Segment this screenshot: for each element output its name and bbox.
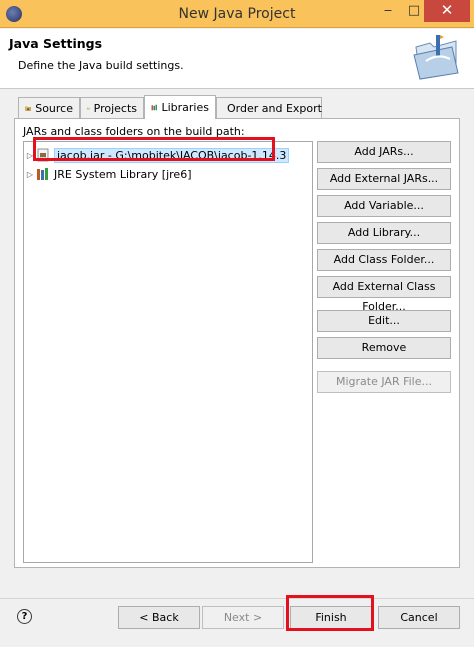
tab-projects-label: Projects: [93, 101, 137, 115]
libraries-panel: JARs and class folders on the build path…: [14, 118, 460, 568]
add-library-button[interactable]: Add Library...: [317, 222, 451, 244]
java-folder-icon: [413, 35, 459, 80]
add-jars-button[interactable]: Add JARs...: [317, 141, 451, 163]
add-external-jars-button[interactable]: Add External JARs...: [317, 168, 451, 190]
libraries-icon: [151, 104, 157, 111]
tab-source-label: Source: [35, 101, 73, 115]
help-icon[interactable]: ?: [17, 609, 32, 624]
tab-libraries[interactable]: Libraries: [144, 95, 216, 119]
cancel-button[interactable]: Cancel: [378, 606, 460, 629]
tree-row-label: JRE System Library [jre6]: [54, 167, 192, 181]
annotation-highlight-finish: [286, 595, 374, 631]
close-button[interactable]: ✕: [424, 0, 470, 22]
add-class-folder-button[interactable]: Add Class Folder...: [317, 249, 451, 271]
migrate-jar-file-button[interactable]: Migrate JAR File...: [317, 371, 451, 393]
tab-libraries-label: Libraries: [161, 101, 209, 114]
wizard-content: Source Projects Libraries Order and Expo…: [0, 90, 474, 600]
banner-title: Java Settings: [9, 36, 103, 51]
title-bar: New Java Project ‒ □ ✕: [0, 0, 474, 28]
tab-order-and-export-label: Order and Export: [227, 101, 322, 115]
projects-icon: [87, 107, 90, 109]
library-icon: [37, 168, 48, 180]
build-path-tree[interactable]: ▷ 010 jacob.jar - G:\mobitek\JACOB\jacob…: [23, 141, 313, 563]
tree-row-jre-system-library[interactable]: ▷ JRE System Library [jre6]: [24, 165, 192, 183]
tab-source[interactable]: Source: [18, 97, 80, 118]
tab-projects[interactable]: Projects: [80, 97, 144, 118]
add-external-class-folder-button[interactable]: Add External Class Folder...: [317, 276, 451, 313]
edit-button[interactable]: Edit...: [317, 310, 451, 332]
back-button[interactable]: < Back: [118, 606, 200, 629]
next-button[interactable]: Next >: [202, 606, 284, 629]
remove-button[interactable]: Remove: [317, 337, 451, 359]
add-variable-button[interactable]: Add Variable...: [317, 195, 451, 217]
annotation-highlight-jar: [33, 137, 275, 161]
footer-separator: [0, 598, 474, 599]
minimize-button[interactable]: ‒: [374, 0, 402, 22]
tab-order-and-export[interactable]: Order and Export: [216, 97, 322, 118]
source-folder-icon: [25, 106, 31, 111]
expand-arrow-icon[interactable]: ▷: [24, 170, 36, 179]
wizard-banner: Java Settings Define the Java build sett…: [0, 29, 474, 89]
banner-description: Define the Java build settings.: [18, 59, 184, 72]
